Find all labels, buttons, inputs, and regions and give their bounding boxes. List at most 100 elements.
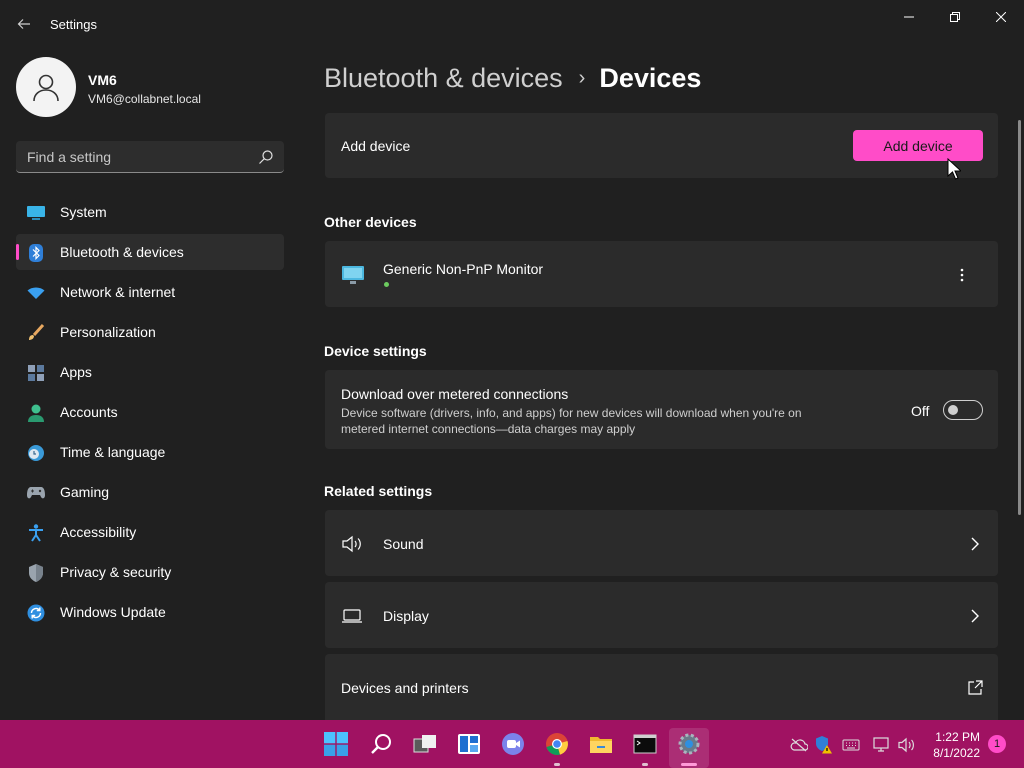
avatar <box>16 57 76 117</box>
related-item-label: Display <box>383 608 429 624</box>
clock-globe-icon <box>27 444 45 462</box>
sidebar-item-accounts[interactable]: Accounts <box>16 394 284 430</box>
taskbar-chrome[interactable] <box>537 728 577 768</box>
breadcrumb: Bluetooth & devices › Devices <box>324 60 701 96</box>
sidebar-item-privacy-security[interactable]: Privacy & security <box>16 554 284 590</box>
more-icon <box>960 268 964 282</box>
metered-description: Device software (drivers, info, and apps… <box>341 406 802 436</box>
taskbar-search[interactable] <box>361 728 401 768</box>
task-view-icon <box>413 735 436 753</box>
taskbar-task-view[interactable] <box>405 728 445 768</box>
sidebar-item-label: Accounts <box>60 404 118 420</box>
active-app-indicator <box>681 763 697 766</box>
running-indicator <box>554 763 560 766</box>
taskbar-widgets[interactable] <box>449 728 489 768</box>
back-arrow-icon <box>17 19 30 29</box>
taskbar: 1:22 PM 8/1/2022 1 <box>0 720 1024 768</box>
sidebar-item-label: Gaming <box>60 484 110 500</box>
metered-title: Download over metered connections <box>341 386 569 402</box>
taskbar-clock[interactable]: 1:22 PM 8/1/2022 <box>920 729 980 761</box>
gamepad-icon <box>27 484 45 502</box>
metered-download-card: Download over metered connections Device… <box>325 370 998 449</box>
volume-icon[interactable] <box>898 736 916 754</box>
add-device-label: Add device <box>341 138 411 154</box>
terminal-icon <box>633 734 657 754</box>
monitor-icon <box>342 266 364 284</box>
sidebar-item-time-language[interactable]: Time & language <box>16 434 284 470</box>
taskbar-file-explorer[interactable] <box>581 728 621 768</box>
settings-icon <box>678 733 700 755</box>
sidebar-item-network-internet[interactable]: Network & internet <box>16 274 284 310</box>
chevron-right-icon <box>971 537 979 551</box>
security-warning-icon[interactable] <box>815 736 833 754</box>
minimize-button[interactable] <box>886 6 932 28</box>
related-item-display[interactable]: Display <box>325 582 998 648</box>
network-icon[interactable] <box>873 736 891 754</box>
related-item-devices-printers[interactable]: Devices and printers <box>325 654 998 720</box>
sidebar-item-label: Privacy & security <box>60 564 172 580</box>
search-icon[interactable] <box>258 149 274 165</box>
sidebar-item-windows-update[interactable]: Windows Update <box>16 594 284 630</box>
related-settings-header: Related settings <box>324 483 433 499</box>
chevron-right-icon <box>971 609 979 623</box>
breadcrumb-parent[interactable]: Bluetooth & devices <box>324 63 563 94</box>
clock-time: 1:22 PM <box>935 730 980 744</box>
system-icon <box>27 204 45 222</box>
metered-toggle[interactable] <box>943 400 983 420</box>
restore-icon <box>950 12 960 22</box>
external-link-icon <box>968 680 983 695</box>
profile-email: VM6@collabnet.local <box>88 92 201 106</box>
profile-name: VM6 <box>88 72 117 88</box>
taskbar-settings[interactable] <box>669 728 709 768</box>
search-box[interactable] <box>16 141 284 173</box>
taskbar-terminal[interactable] <box>625 728 665 768</box>
search-icon <box>371 734 391 754</box>
sidebar-item-gaming[interactable]: Gaming <box>16 474 284 510</box>
restore-button[interactable] <box>932 6 978 28</box>
device-card[interactable]: Generic Non-PnP Monitor <box>325 241 998 307</box>
search-input[interactable] <box>16 141 252 172</box>
sidebar-item-accessibility[interactable]: Accessibility <box>16 514 284 550</box>
sidebar-item-system[interactable]: System <box>16 194 284 230</box>
taskbar-start[interactable] <box>316 728 356 768</box>
update-icon <box>27 604 45 622</box>
clock-date: 8/1/2022 <box>933 746 980 760</box>
person-icon <box>33 74 59 102</box>
related-item-sound[interactable]: Sound <box>325 510 998 576</box>
other-devices-header: Other devices <box>324 214 417 230</box>
notification-badge[interactable]: 1 <box>988 735 1006 753</box>
sidebar-item-label: Time & language <box>60 444 166 460</box>
device-settings-header: Device settings <box>324 343 427 359</box>
laptop-icon <box>342 609 362 623</box>
sidebar-item-label: Network & internet <box>60 284 176 300</box>
sidebar-item-personalization[interactable]: Personalization <box>16 314 284 350</box>
more-options-button[interactable] <box>950 263 974 287</box>
minimize-icon <box>904 16 914 18</box>
sidebar-item-label: Personalization <box>60 324 156 340</box>
chat-icon <box>502 733 524 755</box>
scrollbar[interactable] <box>1018 120 1021 515</box>
device-status-dot <box>384 282 389 287</box>
start-icon <box>324 732 348 756</box>
add-device-card: Add device Add device <box>325 113 998 178</box>
title-bar: Settings <box>0 0 1024 48</box>
file-explorer-icon <box>590 737 612 753</box>
close-button[interactable] <box>978 6 1024 28</box>
device-name: Generic Non-PnP Monitor <box>383 261 544 277</box>
apps-icon <box>27 364 45 382</box>
mouse-cursor-icon <box>947 158 961 180</box>
back-button[interactable] <box>12 12 36 36</box>
user-profile[interactable]: VM6 VM6@collabnet.local <box>16 57 286 119</box>
sidebar-item-bluetooth-devices[interactable]: Bluetooth & devices <box>16 234 284 270</box>
shield-icon <box>27 564 45 582</box>
taskbar-chat[interactable] <box>493 728 533 768</box>
widgets-icon <box>458 734 480 754</box>
sidebar-item-apps[interactable]: Apps <box>16 354 284 390</box>
onedrive-icon[interactable] <box>790 736 808 754</box>
chrome-icon <box>546 733 568 755</box>
running-indicator <box>642 763 648 766</box>
sidebar-item-label: System <box>60 204 107 220</box>
add-device-button[interactable]: Add device <box>853 130 983 161</box>
wifi-icon <box>27 284 45 302</box>
keyboard-icon[interactable] <box>842 736 860 754</box>
